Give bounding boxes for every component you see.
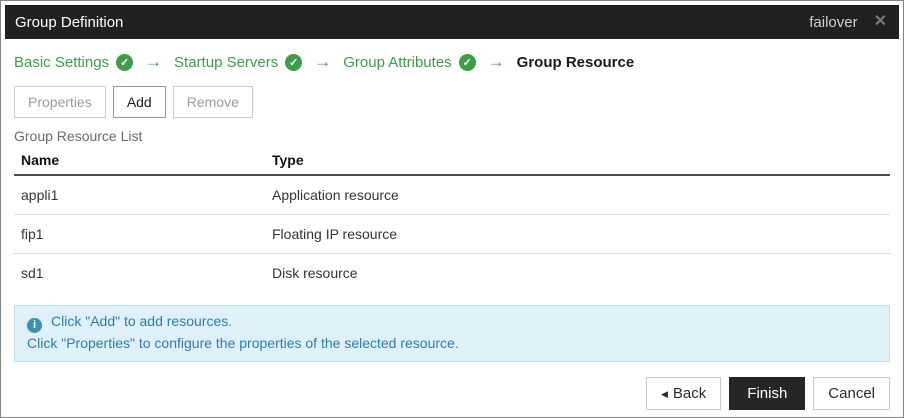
check-circle-icon: ✓ bbox=[116, 53, 134, 71]
wizard-breadcrumb: Basic Settings ✓ → Startup Servers ✓ → G… bbox=[14, 47, 890, 77]
wizard-step-label: Startup Servers bbox=[174, 53, 279, 71]
table-header-row: Name Type bbox=[14, 146, 890, 176]
info-message-box: i Click "Add" to add resources. Click "Pr… bbox=[14, 305, 890, 362]
back-arrow-icon: ◀ bbox=[661, 389, 668, 399]
info-text-line2: Click "Properties" to configure the prop… bbox=[27, 335, 459, 351]
wizard-step-group-attributes[interactable]: Group Attributes ✓ bbox=[343, 53, 476, 71]
back-button-label: Back bbox=[672, 385, 707, 402]
dialog-titlebar: Group Definition failover ✕ bbox=[5, 5, 899, 39]
group-resource-list-caption: Group Resource List bbox=[14, 128, 143, 144]
info-text-line1: Click "Add" to add resources. bbox=[51, 313, 233, 329]
properties-button[interactable]: Properties bbox=[14, 86, 106, 118]
check-circle-icon: ✓ bbox=[458, 53, 476, 71]
close-icon[interactable]: ✕ bbox=[874, 14, 887, 30]
add-button[interactable]: Add bbox=[112, 86, 166, 118]
arrow-right-icon: → bbox=[145, 52, 163, 71]
info-line-2: Click "Properties" to configure the prop… bbox=[27, 333, 877, 354]
wizard-step-group-resource: Group Resource bbox=[517, 54, 635, 71]
remove-button[interactable]: Remove bbox=[172, 86, 253, 118]
resource-type-cell[interactable]: Application resource bbox=[265, 175, 890, 215]
wizard-step-label: Group Attributes bbox=[343, 53, 452, 71]
wizard-step-basic-settings[interactable]: Basic Settings ✓ bbox=[14, 53, 134, 71]
finish-button[interactable]: Finish bbox=[729, 377, 806, 410]
table-row[interactable]: sd1 Disk resource bbox=[14, 254, 890, 293]
resource-name-cell[interactable]: fip1 bbox=[14, 215, 265, 254]
arrow-right-icon: → bbox=[487, 52, 505, 71]
check-circle-icon: ✓ bbox=[285, 53, 303, 71]
wizard-step-label: Basic Settings bbox=[14, 53, 110, 71]
arrow-right-icon: → bbox=[314, 52, 332, 71]
info-icon: i bbox=[27, 318, 42, 333]
back-button[interactable]: ◀ Back bbox=[646, 377, 722, 410]
resource-name-cell[interactable]: appli1 bbox=[14, 175, 265, 215]
failover-context-label: failover bbox=[809, 13, 858, 31]
resource-toolbar: Properties Add Remove bbox=[14, 86, 890, 118]
table-row[interactable]: appli1 Application resource bbox=[14, 175, 890, 215]
titlebar-right: failover ✕ bbox=[809, 14, 887, 31]
group-resource-table: Name Type appli1 Application resource fi… bbox=[14, 146, 890, 292]
cancel-button[interactable]: Cancel bbox=[813, 377, 890, 410]
resource-type-cell[interactable]: Floating IP resource bbox=[265, 215, 890, 254]
dialog-title: Group Definition bbox=[15, 13, 124, 31]
wizard-step-startup-servers[interactable]: Startup Servers ✓ bbox=[174, 53, 303, 71]
resource-type-cell[interactable]: Disk resource bbox=[265, 254, 890, 293]
table-row[interactable]: fip1 Floating IP resource bbox=[14, 215, 890, 254]
info-line-1: i Click "Add" to add resources. bbox=[27, 311, 877, 333]
wizard-step-label: Group Resource bbox=[516, 53, 635, 71]
dialog-content: Basic Settings ✓ → Startup Servers ✓ → G… bbox=[1, 47, 903, 410]
group-definition-dialog: Group Definition failover ✕ Basic Settin… bbox=[0, 0, 904, 418]
dialog-footer: ◀ Back Finish Cancel bbox=[14, 377, 890, 410]
column-header-type: Type bbox=[265, 146, 890, 176]
column-header-name: Name bbox=[14, 146, 265, 176]
resource-name-cell[interactable]: sd1 bbox=[14, 254, 265, 293]
